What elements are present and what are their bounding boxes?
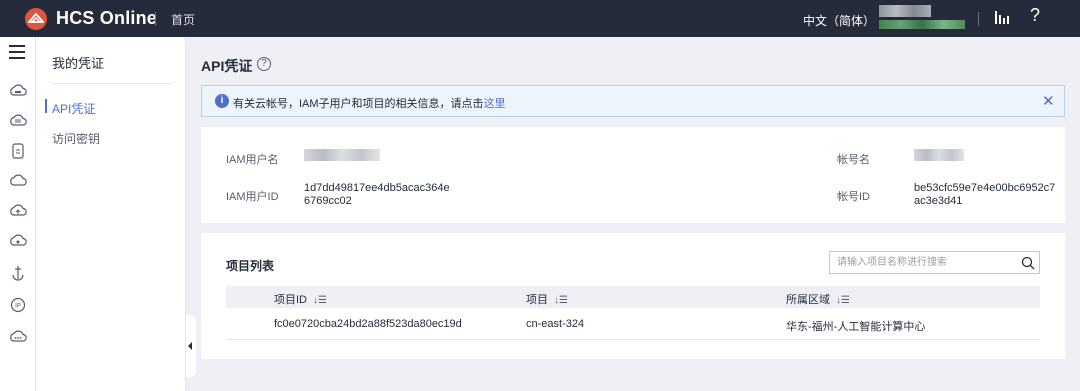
column-header-region[interactable]: 所属区域 ↓☰ [786,291,850,307]
sidebar-item-access-keys[interactable]: 访问密钥 [52,130,100,147]
account-name-label: 帐号名 [837,154,870,166]
service-icon-rail: IP [0,37,36,391]
masked-user-info [879,20,965,29]
account-id-line1: be53cfc59e7e4e00bc6952c7 [914,182,1056,194]
help-icon[interactable]: ? [1030,5,1040,26]
sidebar-title: 我的凭证 [52,56,105,71]
cell-project-id: fc0e0720cba24bd2a88f523da80ec19d [274,318,462,330]
database-icon[interactable] [8,141,28,161]
column-header-project-id[interactable]: 项目ID ↓☰ [274,291,327,307]
account-id-label: 帐号ID [837,191,870,203]
project-search-input[interactable] [837,255,1017,270]
divider [52,83,172,84]
masked-account-name [914,149,964,161]
masked-iam-username [304,149,380,161]
user-account-menu[interactable] [879,5,965,31]
column-header-project[interactable]: 项目 ↓☰ [526,291,568,307]
cell-project: cn-east-324 [526,318,585,330]
bar-chart-icon[interactable] [994,9,1010,25]
info-icon: i [215,94,229,108]
language-selector[interactable]: 中文（简体） [803,12,875,29]
notice-text: 有关云帐号，IAM子用户和项目的相关信息，请点击这里 [233,98,506,110]
cloud-icon[interactable] [8,171,28,191]
cloud-network-icon[interactable] [8,231,28,251]
credentials-card: IAM用户名 IAM用户ID 1d7dd49817ee4db5acac364e … [201,127,1065,223]
table-row: fc0e0720cba24bd2a88f523da80ec19d cn-east… [226,308,1040,340]
project-list-card: 项目列表 项目ID↓☰ 项目↓☰ 所属区域↓☰ fc0e0720cba24bd2… [201,233,1065,359]
collapse-sidebar-button[interactable] [186,315,196,377]
sort-icon[interactable]: ↓☰ [836,295,850,306]
table-header: 项目ID ↓☰ 项目 ↓☰ 所属区域 ↓☰ [226,286,1040,308]
cloud-server-icon[interactable] [8,81,28,101]
divider [978,12,979,26]
hamburger-menu-icon[interactable] [9,45,25,59]
notice-link[interactable]: 这里 [484,98,506,110]
ip-icon[interactable]: IP [8,295,28,315]
top-bar: HCS Online 首页 中文（简体） ? [0,0,1080,37]
brand-name[interactable]: HCS Online [56,8,157,29]
svg-text:IP: IP [15,304,21,310]
masked-username [879,5,931,17]
search-icon[interactable] [1020,255,1036,271]
project-list-title: 项目列表 [226,259,275,273]
page-title: API凭证 [201,58,253,74]
account-id-line2: ac3e3d41 [914,195,963,207]
sidebar-item-api-credentials[interactable]: API凭证 [52,100,95,117]
cell-region: 华东-福州-人工智能计算中心 [786,321,926,333]
cloud-upload-icon[interactable] [8,201,28,221]
iam-username-label: IAM用户名 [226,154,279,166]
chevron-left-icon [188,342,192,350]
home-link[interactable]: 首页 [171,11,195,28]
more-services-icon[interactable] [8,327,28,347]
close-icon[interactable]: ✕ [1042,92,1055,110]
iam-user-id-line1: 1d7dd49817ee4db5acac364e [304,182,450,194]
question-circle-icon[interactable]: ? [257,57,271,71]
iam-user-id-line2: 6769cc02 [304,195,352,207]
cloud-storage-icon[interactable] [8,111,28,131]
credentials-sidebar: 我的凭证 API凭证 访问密钥 [36,37,186,391]
sort-icon[interactable]: ↓☰ [554,295,568,306]
sort-icon[interactable]: ↓☰ [313,295,327,306]
info-notice: i 有关云帐号，IAM子用户和项目的相关信息，请点击这里 ✕ [201,85,1065,117]
anchor-icon[interactable] [8,263,28,283]
active-indicator [45,99,47,113]
divider [155,12,156,26]
hcs-logo-icon[interactable] [24,7,48,31]
project-search-box [829,251,1040,274]
iam-user-id-label: IAM用户ID [226,191,279,203]
